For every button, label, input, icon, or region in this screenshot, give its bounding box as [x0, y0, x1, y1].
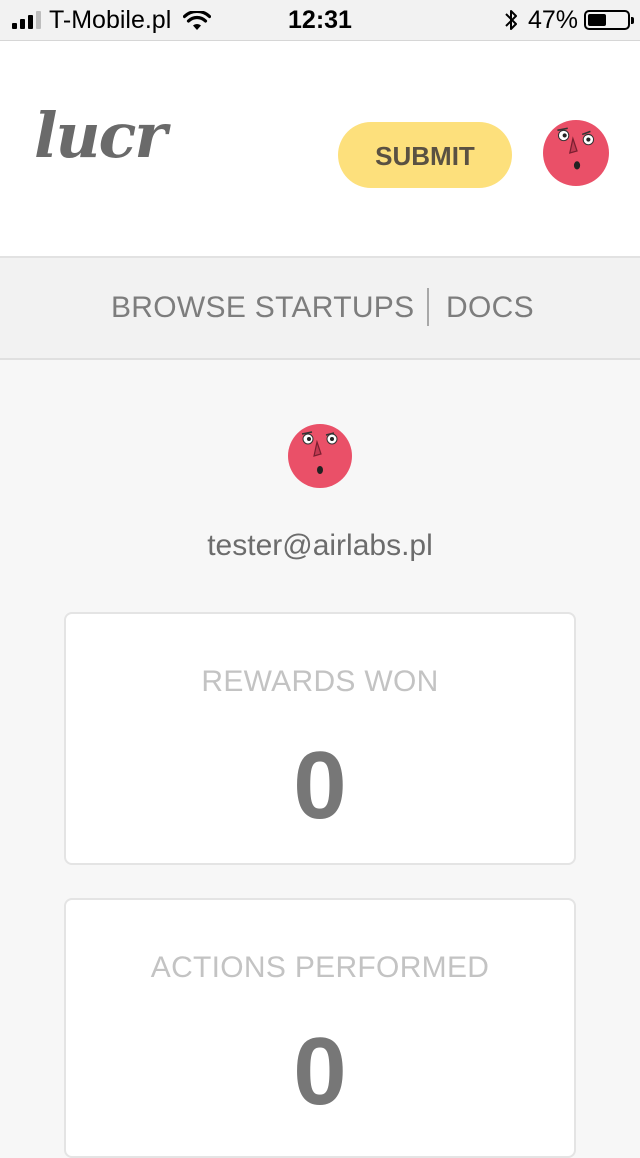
main-nav: BROWSE STARTUPS DOCS [0, 258, 640, 360]
nav-browse-startups[interactable]: BROWSE STARTUPS [111, 288, 414, 328]
nav-docs[interactable]: DOCS [446, 288, 534, 328]
rewards-won-card: REWARDS WON 0 [64, 612, 576, 865]
status-right: 47% [504, 6, 634, 34]
rewards-won-label: REWARDS WON [201, 665, 439, 698]
battery-level-fill [588, 14, 606, 26]
app-header: lucr SUBMIT [0, 41, 640, 258]
actions-performed-value: 0 [293, 1018, 347, 1125]
actions-performed-label: ACTIONS PERFORMED [150, 951, 490, 984]
actions-performed-card: ACTIONS PERFORMED 0 [64, 898, 576, 1158]
bluetooth-icon [505, 10, 517, 30]
battery-icon [584, 10, 634, 30]
profile-avatar-icon [288, 424, 352, 488]
user-avatar-icon[interactable] [543, 120, 609, 186]
rewards-won-value: 0 [293, 732, 347, 839]
lucr-logo[interactable]: lucr [34, 101, 167, 171]
battery-percent: 47% [527, 6, 578, 34]
submit-button[interactable]: SUBMIT [338, 122, 512, 188]
status-bar: T-Mobile.pl 12:31 47% [0, 0, 640, 41]
nav-divider [427, 288, 429, 326]
battery-nub [631, 17, 634, 24]
profile-email: tester@airlabs.pl [207, 529, 433, 562]
